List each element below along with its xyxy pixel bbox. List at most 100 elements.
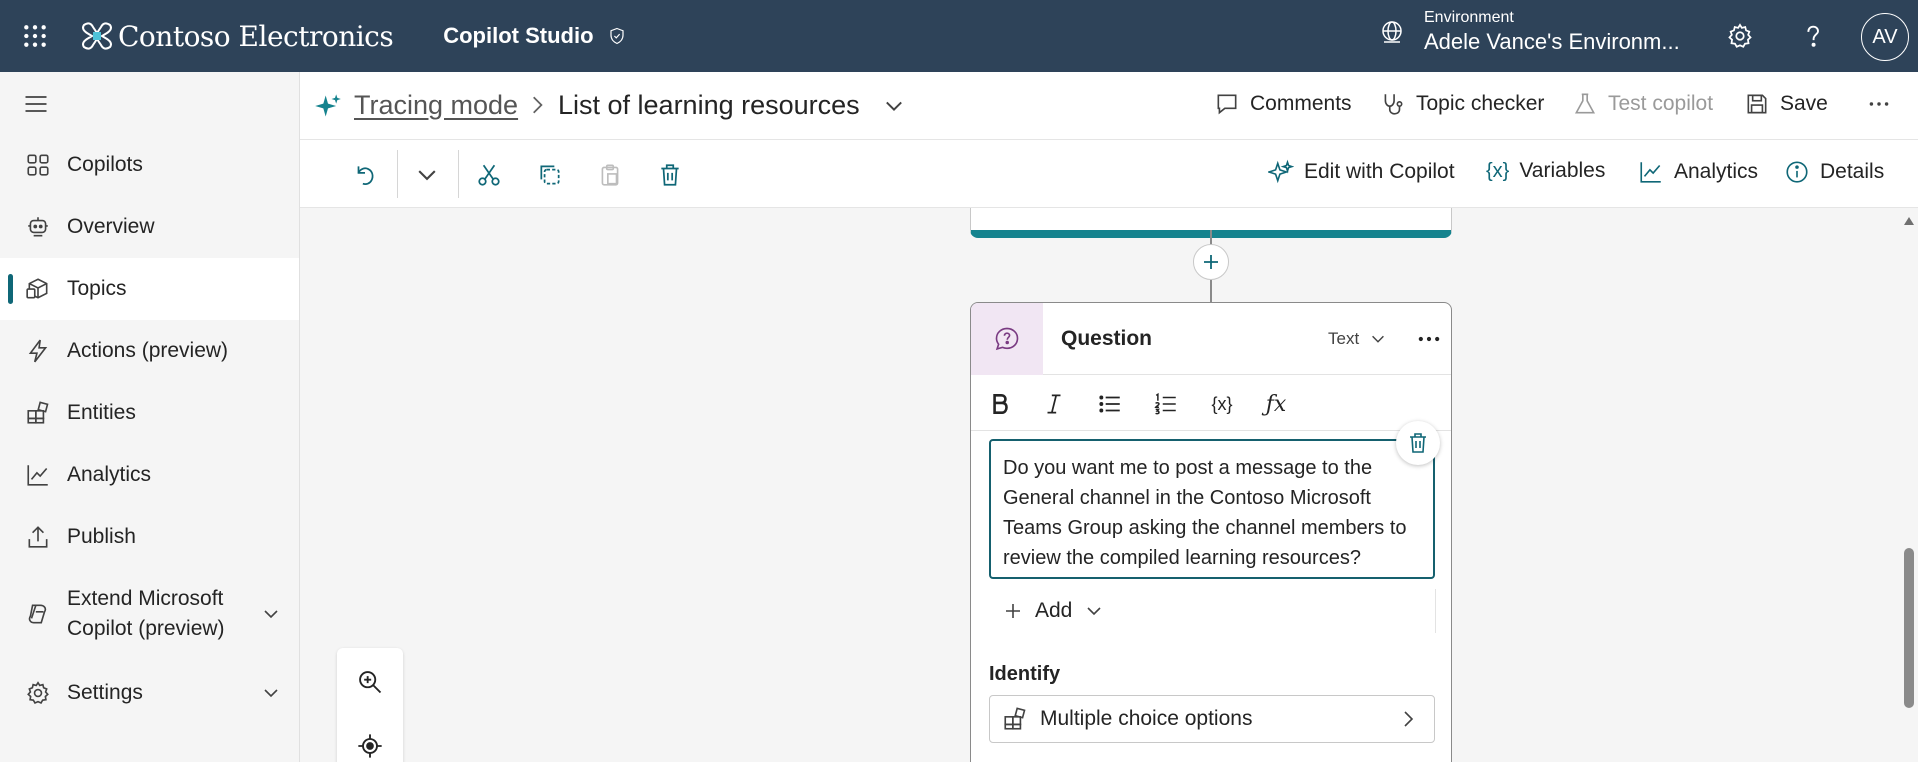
tracing-mode-link[interactable]: Tracing mode: [354, 90, 518, 121]
app-launcher-button[interactable]: [0, 0, 70, 72]
message-textarea[interactable]: Do you want me to post a message to the …: [989, 439, 1435, 579]
publish-icon: [28, 526, 48, 548]
top-bar: Contoso Electronics Copilot Studio Envir…: [0, 0, 1918, 72]
shield-icon: [609, 27, 624, 45]
chevron-down-icon[interactable]: [882, 94, 906, 118]
italic-button[interactable]: [1039, 389, 1069, 419]
identify-selector[interactable]: Multiple choice options: [989, 695, 1435, 743]
test-copilot-button[interactable]: Test copilot: [1572, 91, 1713, 117]
topic-checker-label: Topic checker: [1416, 92, 1545, 115]
delete-button[interactable]: [655, 160, 685, 190]
more-horizontal-icon: [1869, 102, 1889, 106]
sparkle-icon: [315, 94, 341, 117]
avatar[interactable]: AV: [1861, 13, 1909, 61]
add-button[interactable]: Add: [1003, 599, 1104, 623]
response-type-dropdown[interactable]: Text: [1328, 329, 1387, 349]
insert-variable-button[interactable]: {x}: [1207, 389, 1237, 419]
globe-icon: [1378, 18, 1406, 46]
cut-button[interactable]: [474, 160, 504, 190]
sidebar-item-overview[interactable]: Overview: [0, 196, 299, 258]
sidebar-item-label: Overview: [67, 215, 155, 238]
extend-label-line2: Copilot (preview): [67, 617, 225, 640]
sidebar-item-label: Analytics: [67, 463, 152, 486]
sidebar-item-topics[interactable]: Topics: [0, 258, 299, 320]
topic-canvas[interactable]: Question Text {x} ƒx Do you want me to p…: [300, 208, 1900, 762]
redo-dropdown-button[interactable]: [412, 160, 442, 190]
question-node[interactable]: Question Text {x} ƒx Do you want me to p…: [970, 302, 1452, 762]
formula-icon: ƒx: [1265, 391, 1287, 417]
sidebar-item-publish[interactable]: Publish: [0, 506, 299, 568]
variable-icon: {x}: [1211, 393, 1233, 414]
environment-value: Adele Vance's Environm...: [1424, 29, 1680, 54]
add-node-button[interactable]: [1193, 244, 1229, 280]
sidebar-item-settings[interactable]: Settings: [0, 662, 299, 724]
scroll-up-arrow-icon[interactable]: [1903, 216, 1915, 226]
plus-icon: [1204, 255, 1218, 269]
bulleted-list-button[interactable]: [1095, 389, 1125, 419]
avatar-initials: AV: [1872, 25, 1898, 48]
help-button[interactable]: [1795, 18, 1831, 54]
insert-formula-button[interactable]: ƒx: [1261, 389, 1291, 419]
sidebar-item-extend-copilot[interactable]: Extend Microsoft Copilot (preview): [0, 576, 299, 652]
clipboard-icon: [601, 164, 619, 186]
vertical-scrollbar[interactable]: [1900, 208, 1918, 762]
sidebar-item-label: Copilots: [67, 153, 143, 176]
delete-message-button[interactable]: [1396, 421, 1440, 465]
details-button[interactable]: Details: [1784, 159, 1884, 185]
beaker-icon: [1574, 93, 1596, 114]
chevron-down-icon[interactable]: [261, 604, 281, 624]
entities-icon: [27, 401, 49, 424]
topic-checker-button[interactable]: Topic checker: [1380, 91, 1544, 117]
comments-button[interactable]: Comments: [1214, 91, 1352, 117]
response-type-label: Text: [1328, 329, 1360, 348]
undo-button[interactable]: [350, 160, 380, 190]
numbered-list-button[interactable]: [1151, 389, 1181, 419]
scrollbar-thumb[interactable]: [1904, 548, 1914, 708]
lightning-icon: [28, 339, 48, 363]
sidebar-item-analytics[interactable]: Analytics: [0, 444, 299, 506]
hamburger-icon[interactable]: [22, 90, 50, 118]
zoom-controls: [337, 648, 403, 762]
edit-with-copilot-label: Edit with Copilot: [1304, 160, 1455, 183]
sidebar-item-copilots[interactable]: Copilots: [0, 134, 299, 196]
more-horizontal-icon[interactable]: [1415, 325, 1443, 353]
plus-icon: [1006, 604, 1020, 618]
overview-icon: [28, 217, 48, 237]
comment-icon: [1217, 94, 1237, 115]
entities-icon: [1004, 707, 1026, 730]
edit-with-copilot-button[interactable]: Edit with Copilot: [1268, 159, 1455, 185]
zoom-in-icon[interactable]: [356, 668, 384, 696]
environment-picker[interactable]: Environment Adele Vance's Environm...: [1378, 8, 1680, 56]
editor-toolbar: Edit with Copilot {x} Variables Analytic…: [300, 140, 1918, 208]
recenter-icon[interactable]: [356, 732, 384, 760]
sidebar-item-actions[interactable]: Actions (preview): [0, 320, 299, 382]
add-label: Add: [1035, 599, 1073, 622]
analytics-label: Analytics: [1674, 160, 1759, 183]
more-options-button[interactable]: [1866, 91, 1892, 117]
paste-button[interactable]: [595, 160, 625, 190]
chevron-down-icon[interactable]: [261, 683, 281, 703]
copy-button[interactable]: [535, 160, 565, 190]
chevron-down-icon: [1372, 335, 1385, 343]
save-icon: [1747, 94, 1767, 114]
analytics-icon: [1640, 162, 1661, 183]
sidebar-item-label: Actions (preview): [67, 339, 229, 362]
brand-name: Contoso Electronics: [118, 19, 394, 53]
settings-button[interactable]: [1722, 18, 1758, 54]
chevron-down-icon: [1087, 607, 1101, 616]
topic-header: Tracing mode List of learning resources …: [300, 72, 1918, 140]
sidebar-item-entities[interactable]: Entities: [0, 382, 299, 444]
brand[interactable]: Contoso Electronics: [80, 19, 394, 53]
waffle-icon: [24, 25, 46, 47]
chevron-down-icon: [418, 170, 436, 181]
save-label: Save: [1780, 92, 1828, 115]
connector-line: [1210, 280, 1212, 302]
bold-button[interactable]: [985, 389, 1015, 419]
analytics-button[interactable]: Analytics: [1638, 159, 1758, 185]
gear-icon: [1728, 23, 1752, 48]
identify-value: Multiple choice options: [1040, 707, 1253, 730]
variables-label: Variables: [1519, 159, 1606, 182]
save-button[interactable]: Save: [1744, 91, 1828, 117]
variables-button[interactable]: {x} Variables: [1486, 159, 1605, 183]
question-bubble-icon: [995, 327, 1019, 351]
